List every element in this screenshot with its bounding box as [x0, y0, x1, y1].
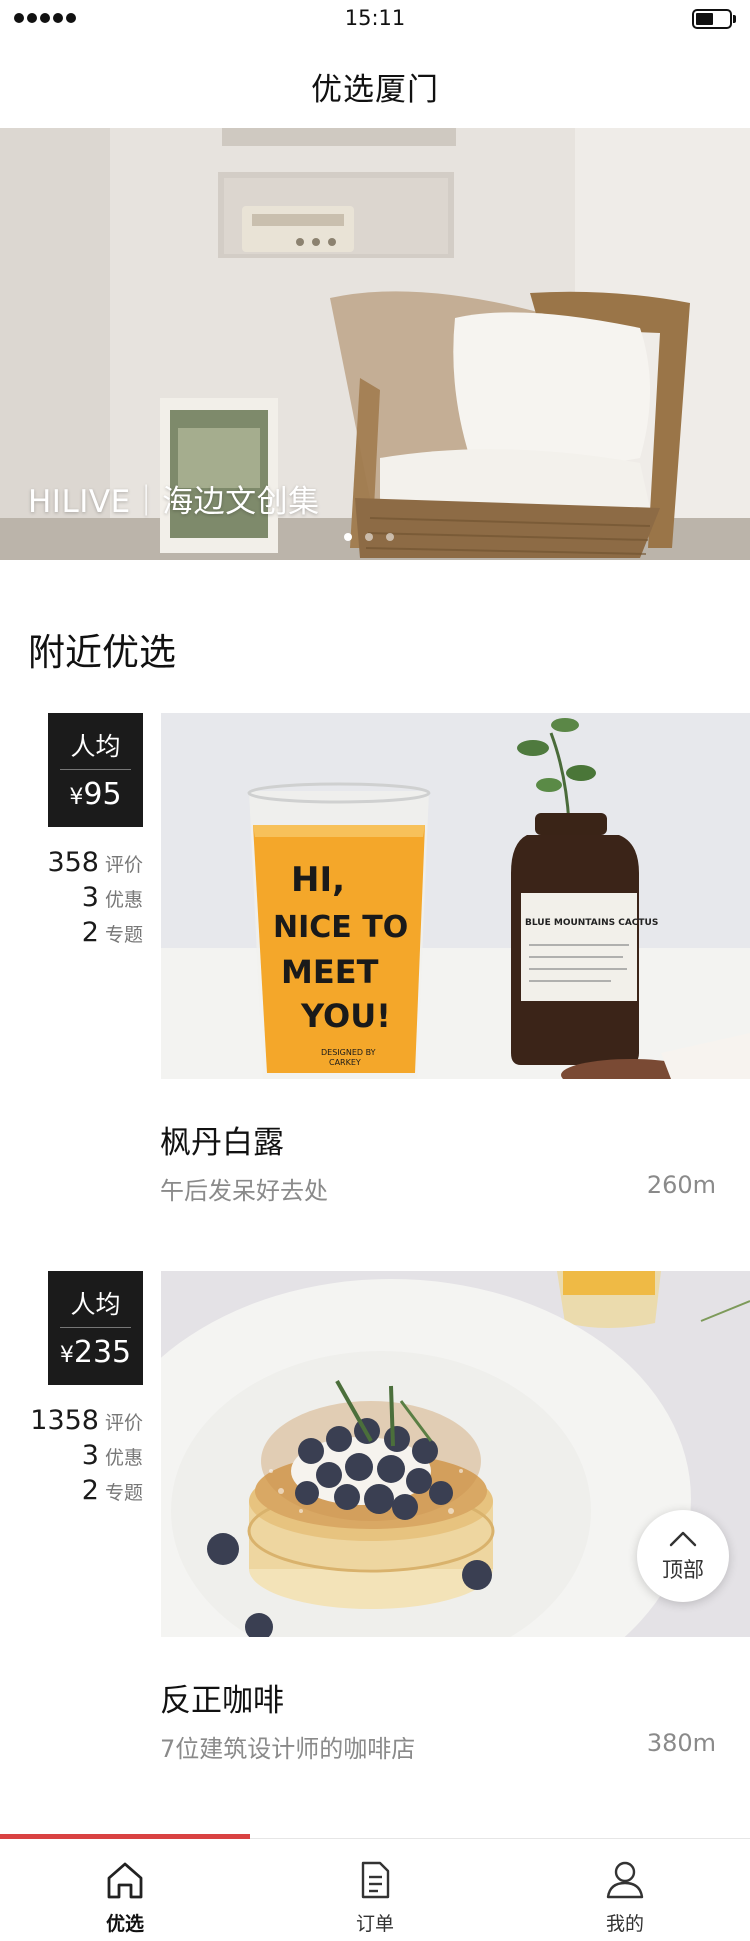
stat-offers: 3 优惠: [0, 1440, 143, 1475]
stat-value: 3: [81, 882, 99, 913]
stat-unit: 专题: [104, 1482, 143, 1504]
tab-label: 优选: [105, 1913, 144, 1935]
stat-unit: 优惠: [104, 889, 143, 911]
back-to-top-button[interactable]: 顶部: [637, 1510, 729, 1602]
shop-name[interactable]: 枫丹白露: [160, 1117, 284, 1162]
stat-value: 2: [81, 1475, 99, 1506]
avg-price-label: 人均: [70, 1290, 121, 1319]
juice-glass-photo: HI, NICE TO MEET YOU! DESIGNED BY CARKEY…: [161, 713, 750, 1079]
status-time: 15:11: [344, 6, 406, 30]
stat-topics: 2 专题: [0, 1475, 143, 1510]
shop-photo[interactable]: HI, NICE TO MEET YOU! DESIGNED BY CARKEY…: [161, 713, 750, 1079]
shop-card-2[interactable]: 人均 ¥235 1358 评价 3 优惠 2 专题 反正咖啡 7位建筑设计师的咖…: [0, 1271, 750, 1791]
shop-distance: 380m: [646, 1729, 716, 1757]
shop-distance: 260m: [646, 1171, 716, 1199]
avg-price-value: ¥95: [48, 777, 143, 812]
glass-text-3: MEET: [281, 953, 379, 991]
shop-name[interactable]: 反正咖啡: [160, 1675, 284, 1720]
tab-orders[interactable]: 订单: [250, 1839, 500, 1941]
stat-value: 1358: [30, 1405, 99, 1436]
avg-price-badge: 人均 ¥95: [48, 713, 143, 827]
stat-value: 2: [81, 917, 99, 948]
price-amount: 235: [73, 1335, 132, 1370]
shop-stats: 358 评价 3 优惠 2 专题: [0, 847, 143, 952]
user-icon: [606, 1861, 644, 1899]
carousel-dot-2[interactable]: [365, 533, 373, 541]
glass-text-4: YOU!: [300, 997, 391, 1035]
app-screen: 15:11 优选厦门 HILIVE｜海边文创集 附近优选 人均 ¥95 358 …: [0, 0, 750, 1941]
glass-small-text: DESIGNED BY: [321, 1048, 376, 1057]
bottle-label-text: BLUE MOUNTAINS CACTUS: [525, 918, 658, 928]
stat-unit: 优惠: [104, 1447, 143, 1469]
stat-unit: 专题: [104, 924, 143, 946]
currency-symbol: ¥: [59, 1343, 74, 1368]
tab-label: 我的: [605, 1913, 644, 1935]
badge-divider: [60, 769, 131, 770]
stat-value: 358: [47, 847, 99, 878]
stat-offers: 3 优惠: [0, 882, 143, 917]
document-icon: [361, 1861, 390, 1899]
glass-text-2: NICE TO: [273, 910, 408, 945]
tab-bar: 优选 订单 我的: [0, 1834, 750, 1941]
avg-price-value: ¥235: [48, 1335, 143, 1370]
carousel-dot-1[interactable]: [344, 533, 352, 541]
nav-bar: 优选厦门: [0, 38, 750, 128]
stat-reviews: 358 评价: [0, 847, 143, 882]
avg-price-label: 人均: [70, 732, 121, 761]
banner-carousel[interactable]: HILIVE｜海边文创集: [0, 128, 750, 560]
currency-symbol: ¥: [69, 785, 84, 810]
chevron-up-icon: [669, 1531, 697, 1547]
stat-reviews: 1358 评价: [0, 1405, 143, 1440]
shop-card-1[interactable]: 人均 ¥95 358 评价 3 优惠 2 专题 HI, NICE TO MEET…: [0, 713, 750, 1233]
stat-unit: 评价: [104, 1412, 143, 1434]
stat-value: 3: [81, 1440, 99, 1471]
price-amount: 95: [83, 777, 122, 812]
banner-caption: HILIVE｜海边文创集: [28, 484, 320, 520]
page-title: 优选厦门: [311, 72, 439, 108]
section-title: 附近优选: [28, 631, 176, 674]
badge-divider: [60, 1327, 131, 1328]
avg-price-badge: 人均 ¥235: [48, 1271, 143, 1385]
glass-small-text-2: CARKEY: [329, 1058, 361, 1067]
carousel-dots: [344, 533, 394, 541]
stat-topics: 2 专题: [0, 917, 143, 952]
stat-unit: 评价: [104, 854, 143, 876]
tab-label: 订单: [355, 1913, 394, 1935]
home-icon: [107, 1862, 143, 1899]
status-bar: 15:11: [0, 0, 750, 38]
shop-stats: 1358 评价 3 优惠 2 专题: [0, 1405, 143, 1510]
carousel-dot-3[interactable]: [386, 533, 394, 541]
glass-text-1: HI,: [291, 860, 345, 900]
shop-description: 7位建筑设计师的咖啡店: [160, 1735, 416, 1763]
tab-profile[interactable]: 我的: [500, 1839, 750, 1941]
tab-home[interactable]: 优选: [0, 1839, 250, 1941]
battery-icon: [692, 9, 736, 29]
back-to-top-label: 顶部: [662, 1558, 704, 1582]
shop-description: 午后发呆好去处: [160, 1177, 328, 1205]
